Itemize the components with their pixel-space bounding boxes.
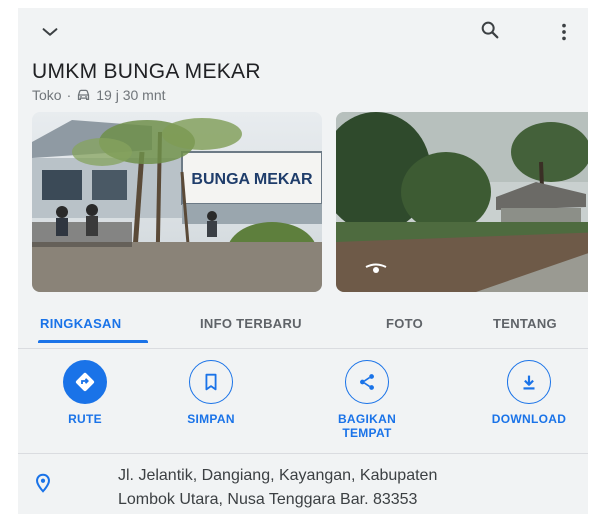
directions-icon bbox=[75, 372, 95, 392]
travel-time: 19 j 30 mnt bbox=[96, 87, 166, 103]
share-icon bbox=[360, 374, 374, 390]
location-pin-icon bbox=[36, 473, 50, 493]
car-icon bbox=[78, 89, 90, 100]
more-vert-icon bbox=[562, 23, 566, 41]
route-button-circle[interactable] bbox=[63, 360, 107, 404]
download-label: DOWNLOAD bbox=[491, 412, 567, 426]
actions-divider bbox=[18, 453, 588, 454]
address-line-1: Jl. Jelantik, Dangiang, Kayangan, Kabupa… bbox=[118, 467, 438, 484]
storefront-photo-image: BUNGA MEKAR bbox=[32, 112, 322, 292]
subtitle-separator: · bbox=[66, 87, 72, 103]
route-label: RUTE bbox=[68, 412, 102, 426]
tab-foto[interactable]: FOTO bbox=[386, 316, 423, 331]
top-bar bbox=[18, 8, 588, 56]
save-button[interactable]: SIMPAN bbox=[156, 360, 266, 426]
address-row[interactable]: Jl. Jelantik, Dangiang, Kayangan, Kabupa… bbox=[18, 460, 588, 514]
address-line-2: Lombok Utara, Nusa Tenggara Bar. 83353 bbox=[118, 491, 418, 508]
share-label: BAGIKAN TEMPAT bbox=[337, 412, 397, 440]
place-category: Toko bbox=[32, 87, 62, 103]
search-icon bbox=[481, 21, 499, 39]
place-photo-storefront[interactable]: BUNGA MEKAR bbox=[32, 112, 322, 292]
streetview-photo-image bbox=[336, 112, 588, 292]
tab-info-terbaru[interactable]: INFO TERBARU bbox=[200, 316, 302, 331]
share-place-button[interactable]: BAGIKAN TEMPAT bbox=[312, 360, 422, 440]
bookmark-icon bbox=[205, 373, 217, 391]
save-label: SIMPAN bbox=[187, 412, 235, 426]
address-text: Jl. Jelantik, Dangiang, Kayangan, Kabupa… bbox=[118, 464, 578, 512]
active-tab-indicator bbox=[38, 340, 148, 343]
route-button[interactable]: RUTE bbox=[30, 360, 140, 426]
place-subtitle: Toko · 19 j 30 mnt bbox=[32, 87, 166, 103]
place-sheet: UMKM BUNGA MEKAR Toko · 19 j 30 mnt BUNG… bbox=[18, 8, 588, 514]
more-options-button[interactable] bbox=[548, 16, 580, 48]
collapse-button[interactable] bbox=[34, 16, 66, 48]
save-button-circle[interactable] bbox=[189, 360, 233, 404]
search-button[interactable] bbox=[474, 14, 506, 46]
download-icon bbox=[523, 375, 535, 390]
share-button-circle[interactable] bbox=[345, 360, 389, 404]
storefront-sign-text: BUNGA MEKAR bbox=[191, 171, 313, 188]
place-title: UMKM BUNGA MEKAR bbox=[32, 60, 261, 83]
chevron-down-icon bbox=[42, 28, 58, 36]
place-photo-streetview[interactable] bbox=[336, 112, 588, 292]
tab-ringkasan[interactable]: RINGKASAN bbox=[40, 316, 121, 331]
tab-tentang[interactable]: TENTANG bbox=[493, 316, 557, 331]
tabs-divider bbox=[18, 348, 588, 349]
download-button[interactable]: DOWNLOAD bbox=[474, 360, 584, 426]
download-button-circle[interactable] bbox=[507, 360, 551, 404]
